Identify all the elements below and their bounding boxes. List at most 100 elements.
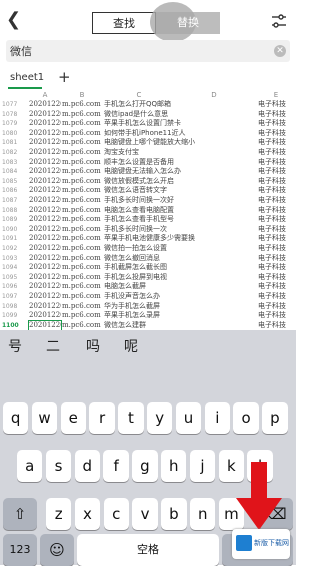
- cell-title[interactable]: 苹果手机怎么录屏: [104, 311, 250, 321]
- key-j[interactable]: j: [189, 450, 216, 482]
- numbers-key[interactable]: 123: [3, 534, 37, 566]
- clear-icon[interactable]: ✕: [274, 45, 286, 57]
- table-row[interactable]: 109820201220m.pc6.com华为手机怎么截屏电子科技: [0, 302, 296, 312]
- cell-title[interactable]: 微信怎么语音转文字: [104, 186, 250, 196]
- cell-source[interactable]: m.pc6.com: [62, 196, 102, 206]
- cell-source[interactable]: m.pc6.com: [62, 234, 102, 244]
- key-f[interactable]: f: [103, 450, 129, 482]
- candidate-word[interactable]: 号: [8, 336, 22, 356]
- cell-title[interactable]: 电脑键盘无法输入怎么办: [104, 167, 250, 177]
- cell-date[interactable]: 20201220: [29, 206, 61, 216]
- cell-source[interactable]: m.pc6.com: [62, 292, 102, 302]
- cell-category[interactable]: 电子科技: [258, 148, 294, 158]
- cell-title[interactable]: 苹果手机怎么设置门禁卡: [104, 119, 250, 129]
- cell-date[interactable]: 20201220: [29, 244, 61, 254]
- cell-category[interactable]: 电子科技: [258, 225, 294, 235]
- row-number[interactable]: 1079: [2, 119, 26, 129]
- space-key[interactable]: 空格: [77, 534, 219, 566]
- table-row[interactable]: 109020201220m.pc6.com手机多长时间换一次电子科技: [0, 225, 296, 235]
- row-number[interactable]: 1077: [2, 100, 26, 110]
- cell-title[interactable]: 微信放假模式怎么开启: [104, 177, 250, 187]
- cell-title[interactable]: 电脑键盘上哪个键能放大缩小: [104, 138, 250, 148]
- table-row[interactable]: 107820201220m.pc6.com微信ipad是什么意思电子科技: [0, 110, 296, 120]
- emoji-key[interactable]: ☺: [40, 534, 74, 566]
- cell-date[interactable]: 20201220: [29, 196, 61, 206]
- cell-category[interactable]: 电子科技: [258, 119, 294, 129]
- row-number[interactable]: 1097: [2, 292, 26, 302]
- table-row[interactable]: 108520201220m.pc6.com微信放假模式怎么开启电子科技: [0, 177, 296, 187]
- key-d[interactable]: d: [74, 450, 100, 482]
- column-header-c[interactable]: C: [104, 90, 174, 100]
- table-row[interactable]: 108920201220m.pc6.com手机怎么查看手机型号电子科技: [0, 215, 296, 225]
- key-h[interactable]: h: [161, 450, 187, 482]
- table-row[interactable]: 109420201220m.pc6.com手机截屏怎么截长图电子科技: [0, 263, 296, 273]
- row-number[interactable]: 1092: [2, 244, 26, 254]
- table-row[interactable]: 109120201220m.pc6.com苹果手机电池健康多少需要换电子科技: [0, 234, 296, 244]
- cell-source[interactable]: m.pc6.com: [62, 158, 102, 168]
- row-number[interactable]: 1078: [2, 110, 26, 120]
- table-row[interactable]: 109720201220m.pc6.com手机没声音怎么办电子科技: [0, 292, 296, 302]
- column-header-a[interactable]: A: [29, 90, 61, 100]
- row-number[interactable]: 1083: [2, 158, 26, 168]
- cell-date[interactable]: 20201220: [29, 234, 61, 244]
- tab-find[interactable]: 查找: [92, 12, 156, 34]
- cell-source[interactable]: m.pc6.com: [62, 177, 102, 187]
- cell-date[interactable]: 20201220: [29, 254, 61, 264]
- cell-category[interactable]: 电子科技: [258, 206, 294, 216]
- key-o[interactable]: o: [233, 402, 259, 434]
- cell-title[interactable]: 微信ipad是什么意思: [104, 110, 250, 120]
- table-row[interactable]: 108020201220m.pc6.com如何带手机iPhone11近人电子科技: [0, 129, 296, 139]
- column-header-e[interactable]: E: [258, 90, 294, 100]
- cell-category[interactable]: 电子科技: [258, 215, 294, 225]
- cell-title[interactable]: 华为手机怎么截屏: [104, 302, 250, 312]
- table-row[interactable]: 109320201220m.pc6.com微信怎么撤回消息电子科技: [0, 254, 296, 264]
- cell-source[interactable]: m.pc6.com: [62, 225, 102, 235]
- cell-category[interactable]: 电子科技: [258, 138, 294, 148]
- key-t[interactable]: t: [118, 402, 144, 434]
- cell-source[interactable]: m.pc6.com: [62, 282, 102, 292]
- row-number[interactable]: 1087: [2, 196, 26, 206]
- key-e[interactable]: e: [60, 402, 86, 434]
- table-row[interactable]: 109520201220m.pc6.com手机怎么投屏到电视电子科技: [0, 273, 296, 283]
- key-w[interactable]: w: [31, 402, 58, 434]
- cell-source[interactable]: m.pc6.com: [62, 263, 102, 273]
- cell-category[interactable]: 电子科技: [258, 167, 294, 177]
- candidate-word[interactable]: 二: [46, 336, 60, 356]
- spreadsheet-grid[interactable]: A B C D E 107720201220m.pc6.com手机怎么打开QQ邮…: [0, 90, 296, 330]
- shift-key[interactable]: ⇧: [3, 498, 37, 530]
- table-row[interactable]: 108620201220m.pc6.com微信怎么语音转文字电子科技: [0, 186, 296, 196]
- cell-date[interactable]: 20201220: [29, 129, 61, 139]
- key-c[interactable]: c: [103, 498, 129, 530]
- row-number[interactable]: 1100: [2, 321, 26, 330]
- key-a[interactable]: a: [17, 450, 43, 482]
- cell-category[interactable]: 电子科技: [258, 263, 294, 273]
- table-row[interactable]: 108420201220m.pc6.com电脑键盘无法输入怎么办电子科技: [0, 167, 296, 177]
- cell-date[interactable]: 20201220: [29, 177, 61, 187]
- cell-category[interactable]: 电子科技: [258, 110, 294, 120]
- cell-source[interactable]: m.pc6.com: [62, 138, 102, 148]
- cell-category[interactable]: 电子科技: [258, 244, 294, 254]
- key-r[interactable]: r: [89, 402, 115, 434]
- row-number[interactable]: 1093: [2, 254, 26, 264]
- table-row[interactable]: 109920201220m.pc6.com苹果手机怎么录屏电子科技: [0, 311, 296, 321]
- key-v[interactable]: v: [132, 498, 158, 530]
- key-x[interactable]: x: [74, 498, 101, 530]
- cell-category[interactable]: 电子科技: [258, 129, 294, 139]
- tab-replace[interactable]: 替换: [150, 2, 220, 42]
- row-number[interactable]: 1080: [2, 129, 26, 139]
- row-number[interactable]: 1090: [2, 225, 26, 235]
- key-n[interactable]: n: [190, 498, 216, 530]
- row-number[interactable]: 1086: [2, 186, 26, 196]
- cell-date[interactable]: 20201220: [29, 158, 61, 168]
- column-header-d[interactable]: D: [176, 90, 252, 100]
- cell-date[interactable]: 20201220: [29, 100, 61, 110]
- cell-category[interactable]: 电子科技: [258, 186, 294, 196]
- cell-title[interactable]: 手机怎么投屏到电视: [104, 273, 250, 283]
- cell-date[interactable]: 20201220: [29, 225, 61, 235]
- cell-title[interactable]: 淘宝支付宝: [104, 148, 250, 158]
- cell-date[interactable]: 20201220: [29, 138, 61, 148]
- cell-title[interactable]: 手机怎么查看手机型号: [104, 215, 250, 225]
- key-z[interactable]: z: [46, 498, 72, 530]
- cell-source[interactable]: m.pc6.com: [62, 148, 102, 158]
- cell-title[interactable]: 手机没声音怎么办: [104, 292, 250, 302]
